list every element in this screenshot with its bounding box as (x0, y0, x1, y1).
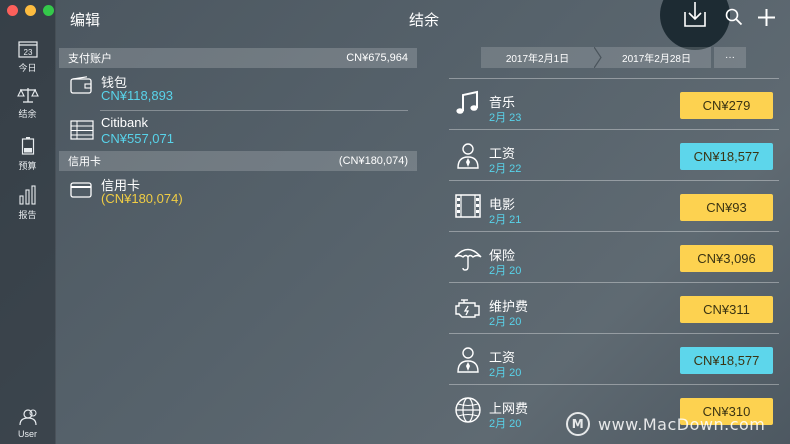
credit-cards-header: 信用卡 (CN¥180,074) (59, 151, 417, 171)
bank-ledger-icon (70, 120, 94, 140)
sidebar-item-label: 结余 (18, 109, 37, 119)
edit-button[interactable]: 编辑 (70, 9, 100, 30)
section-total: (CN¥180,074) (338, 155, 408, 167)
sidebar-item-label: 报告 (18, 210, 37, 220)
calendar-date-number: 23 (23, 48, 32, 57)
transaction-list: 音乐 2月 23 CN¥279 工资 2月 22 CN¥18,577 电影 2月… (449, 78, 779, 435)
sidebar-item-label: 预算 (18, 161, 37, 171)
transaction-amount-badge[interactable]: CN¥311 (680, 296, 773, 323)
transaction-date: 2月 23 (489, 112, 522, 124)
account-row-wallet[interactable]: 钱包 CN¥118,893 (70, 69, 408, 109)
sidebar-item-user[interactable]: User (0, 408, 55, 439)
account-amount: CN¥557,071 (101, 131, 174, 146)
globe-icon (455, 397, 481, 423)
download-button[interactable] (660, 0, 730, 50)
end-date-button[interactable]: 2017年2月28日 (602, 47, 711, 68)
sidebar: 23 今日 结余 预算 报告 User (0, 0, 56, 444)
date-more-button[interactable]: ··· (714, 47, 746, 68)
watermark-logo: M (566, 412, 590, 436)
search-icon[interactable] (725, 8, 743, 26)
transaction-date: 2月 22 (489, 163, 522, 175)
divider (100, 110, 408, 111)
sidebar-item-budget[interactable]: 预算 (0, 136, 55, 172)
plus-icon[interactable] (758, 9, 775, 26)
person-tie-icon (457, 143, 479, 169)
date-separator-icon (594, 47, 602, 68)
transaction-row[interactable]: 电影 2月 21 CN¥93 (449, 180, 779, 231)
user-icon (18, 409, 37, 426)
transaction-date: 2月 20 (489, 265, 522, 277)
transaction-amount-badge[interactable]: CN¥18,577 (680, 143, 773, 170)
sidebar-item-label: User (17, 429, 37, 439)
date-range-bar: 2017年2月1日 2017年2月28日 ··· (481, 47, 746, 68)
watermark-text: www.MacDown.com (598, 414, 766, 434)
transaction-amount-badge[interactable]: CN¥3,096 (680, 245, 773, 272)
calendar-icon: 23 (17, 41, 38, 58)
umbrella-icon (454, 248, 482, 271)
page-title: 结余 (409, 12, 440, 29)
film-icon (455, 194, 481, 218)
transaction-row[interactable]: 工资 2月 20 CN¥18,577 (449, 333, 779, 384)
download-icon (684, 2, 706, 27)
account-amount: (CN¥180,074) (101, 191, 183, 206)
minimize-window-button[interactable] (25, 5, 36, 16)
transaction-row[interactable]: 工资 2月 22 CN¥18,577 (449, 129, 779, 180)
transaction-date: 2月 21 (489, 214, 522, 226)
start-date-button[interactable]: 2017年2月1日 (481, 47, 594, 68)
section-title: 支付账户 (68, 53, 112, 65)
account-row-credit-card[interactable]: 信用卡 (CN¥180,074) (70, 172, 408, 212)
transaction-amount-badge[interactable]: CN¥93 (680, 194, 773, 221)
bar-chart-icon (18, 185, 36, 205)
window-controls (7, 5, 54, 16)
wallet-icon (70, 76, 92, 94)
music-note-icon (456, 90, 478, 114)
account-name: Citibank (101, 115, 148, 130)
transaction-row[interactable]: 保险 2月 20 CN¥3,096 (449, 231, 779, 282)
transaction-date: 2月 20 (489, 316, 522, 328)
account-amount: CN¥118,893 (101, 88, 174, 103)
section-title: 信用卡 (68, 156, 101, 168)
watermark: M www.MacDown.com (566, 412, 765, 436)
close-window-button[interactable] (7, 5, 18, 16)
section-total: CN¥675,964 (346, 52, 408, 64)
transaction-date: 2月 20 (489, 418, 522, 430)
transaction-amount-badge[interactable]: CN¥18,577 (680, 347, 773, 374)
scale-icon (16, 88, 39, 103)
sidebar-item-report[interactable]: 报告 (0, 185, 55, 221)
payment-accounts-header: 支付账户 CN¥675,964 (59, 48, 417, 68)
credit-card-icon (70, 182, 92, 198)
person-tie-icon (457, 347, 479, 373)
zoom-window-button[interactable] (43, 5, 54, 16)
account-row-citibank[interactable]: Citibank CN¥557,071 (70, 112, 408, 152)
transaction-date: 2月 20 (489, 367, 522, 379)
battery-icon (21, 137, 34, 155)
transaction-row[interactable]: 维护费 2月 20 CN¥311 (449, 282, 779, 333)
sidebar-item-balance[interactable]: 结余 (0, 86, 55, 120)
sidebar-item-today[interactable]: 23 今日 (0, 40, 55, 74)
engine-icon (455, 299, 480, 318)
sidebar-item-label: 今日 (18, 63, 37, 73)
transaction-row[interactable]: 音乐 2月 23 CN¥279 (449, 78, 779, 129)
transaction-amount-badge[interactable]: CN¥279 (680, 92, 773, 119)
